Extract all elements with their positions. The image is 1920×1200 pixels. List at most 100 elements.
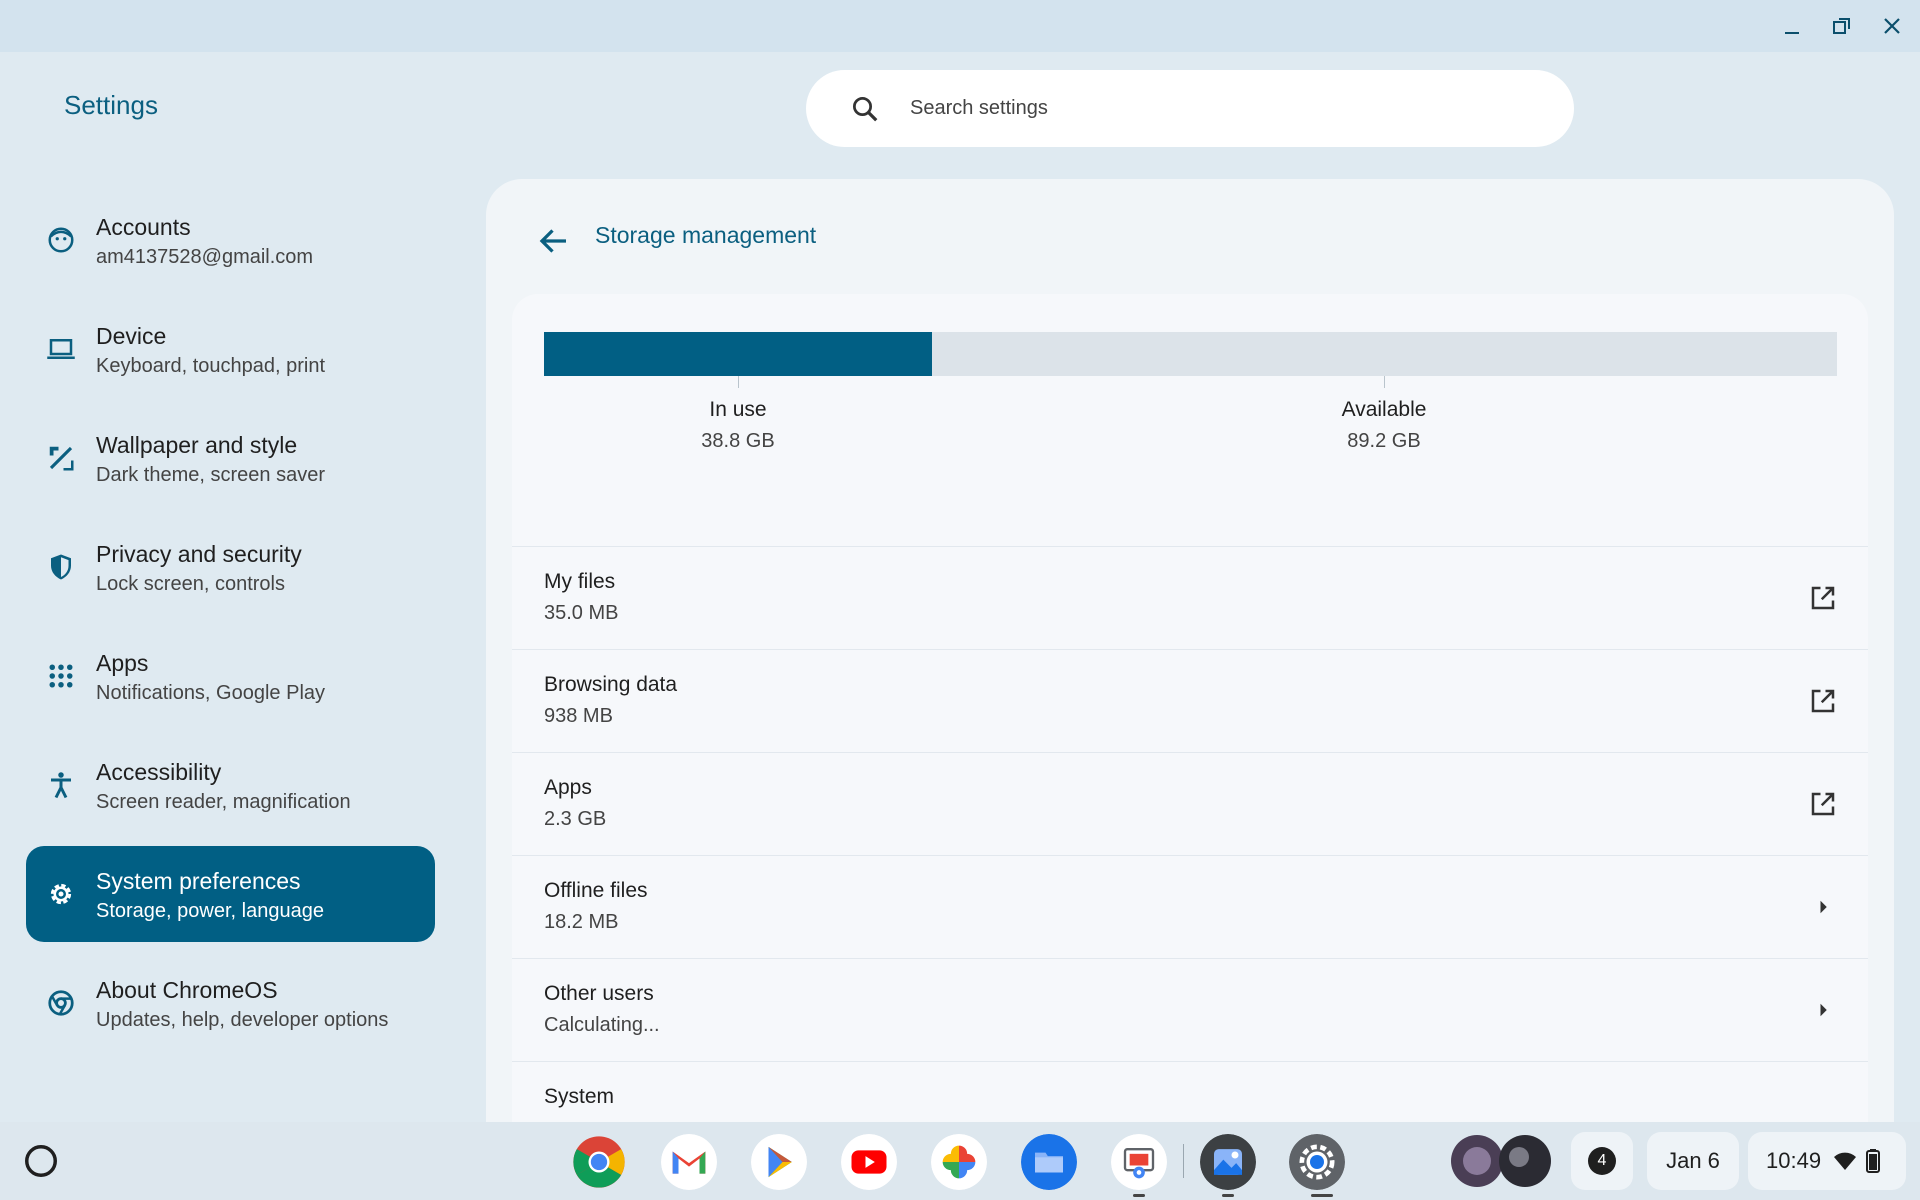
- chevron-right-icon: [1820, 1003, 1827, 1017]
- page-title: Storage management: [595, 222, 817, 248]
- date-tray[interactable]: Jan 6: [1647, 1132, 1739, 1190]
- palette-brush-icon: [49, 446, 74, 471]
- close-button[interactable]: [1874, 10, 1910, 42]
- gmail-icon[interactable]: [661, 1134, 717, 1190]
- storage-usage-bar: [544, 332, 1837, 376]
- notification-count-badge: 4: [1588, 1147, 1616, 1175]
- settings-icon[interactable]: [1289, 1134, 1345, 1190]
- wifi-icon: [1834, 1152, 1857, 1170]
- chrome-icon[interactable]: [571, 1134, 627, 1190]
- row-subtitle: 938 MB: [544, 705, 613, 727]
- sidebar-item-title: Apps: [96, 650, 149, 676]
- sidebar-item-title: Privacy and security: [96, 541, 302, 567]
- gallery-icon[interactable]: [1200, 1134, 1256, 1190]
- storage-row-apps[interactable]: Apps 2.3 GB: [512, 752, 1868, 856]
- files-icon[interactable]: [1021, 1134, 1077, 1190]
- available-tick: [1384, 376, 1385, 388]
- sidebar-item-title: About ChromeOS: [96, 977, 278, 1003]
- chevron-right-icon: [1820, 900, 1827, 914]
- sidebar-item-accounts[interactable]: Accounts am4137528@gmail.com: [26, 192, 435, 288]
- status-tray[interactable]: 10:49: [1748, 1132, 1906, 1190]
- sidebar-item-system-preferences[interactable]: System preferences Storage, power, langu…: [26, 846, 435, 942]
- app-title: Settings: [64, 90, 158, 120]
- shelf-divider: [1183, 1144, 1184, 1178]
- account-face-icon: [48, 227, 74, 253]
- sidebar-item-apps[interactable]: Apps Notifications, Google Play: [26, 628, 435, 724]
- sidebar-item-about-chromeos[interactable]: About ChromeOS Updates, help, developer …: [26, 955, 435, 1051]
- row-subtitle: Calculating...: [544, 1014, 660, 1036]
- open-in-new-icon[interactable]: [1808, 686, 1838, 716]
- clock-time: 10:49: [1766, 1148, 1822, 1173]
- running-indicator: [1222, 1194, 1234, 1197]
- open-in-new-icon[interactable]: [1808, 789, 1838, 819]
- sidebar-item-wallpaper[interactable]: Wallpaper and style Dark theme, screen s…: [26, 410, 435, 506]
- row-title: Apps: [544, 776, 592, 799]
- sidebar-item-subtitle: Keyboard, touchpad, print: [96, 355, 326, 377]
- photos-icon[interactable]: [931, 1134, 987, 1190]
- storage-row-other-users[interactable]: Other users Calculating...: [512, 958, 1868, 1062]
- search-input[interactable]: [908, 96, 1512, 121]
- row-title: My files: [544, 570, 616, 593]
- sidebar-item-title: Accounts: [96, 214, 191, 240]
- notification-tray[interactable]: 4: [1571, 1132, 1633, 1190]
- row-subtitle: 18.2 MB: [544, 911, 619, 933]
- sidebar-item-subtitle: Dark theme, screen saver: [96, 464, 325, 486]
- row-title: Other users: [544, 982, 654, 1005]
- row-subtitle: 2.3 GB: [544, 808, 607, 830]
- sidebar-item-title: Accessibility: [96, 759, 222, 785]
- open-in-new-icon[interactable]: [1808, 583, 1838, 613]
- sidebar-item-subtitle: Storage, power, language: [96, 900, 324, 922]
- storage-row-offline-files[interactable]: Offline files 18.2 MB: [512, 855, 1868, 959]
- title-bar: [0, 0, 1920, 52]
- minimize-button[interactable]: [1774, 10, 1810, 42]
- gear-icon: [50, 883, 72, 905]
- sidebar-item-subtitle: Lock screen, controls: [96, 573, 285, 595]
- chromeos-icon: [48, 990, 74, 1016]
- sidebar-item-title: Wallpaper and style: [96, 432, 298, 458]
- row-title: Browsing data: [544, 673, 678, 696]
- sidebar-item-accessibility[interactable]: Accessibility Screen reader, magnificati…: [26, 737, 435, 833]
- sidebar-item-subtitle: Screen reader, magnification: [96, 791, 351, 813]
- sidebar-item-subtitle: Updates, help, developer options: [96, 1009, 389, 1031]
- in-use-label: In use: [709, 398, 767, 421]
- close-icon: [1884, 18, 1900, 34]
- row-title: System: [544, 1085, 615, 1108]
- restore-icon: [1833, 18, 1850, 34]
- restore-button[interactable]: [1824, 10, 1860, 42]
- sidebar-item-privacy[interactable]: Privacy and security Lock screen, contro…: [26, 519, 435, 615]
- launcher-icon[interactable]: [22, 1142, 60, 1180]
- shelf: 4 Jan 6 10:49: [0, 1122, 1920, 1200]
- sidebar-item-title: Device: [96, 323, 167, 349]
- running-indicator: [1311, 1194, 1333, 1197]
- chrome-remote-icon[interactable]: [1111, 1134, 1167, 1190]
- main-panel: Storage management In use 38.8 GB Availa…: [486, 179, 1894, 1200]
- storage-row-browsing-data[interactable]: Browsing data 938 MB: [512, 649, 1868, 753]
- in-use-tick: [738, 376, 739, 388]
- in-use-value: 38.8 GB: [701, 430, 775, 452]
- available-label: Available: [1341, 398, 1427, 421]
- youtube-icon[interactable]: [841, 1134, 897, 1190]
- storage-row-my-files[interactable]: My files 35.0 MB: [512, 546, 1868, 650]
- sidebar-item-device[interactable]: Device Keyboard, touchpad, print: [26, 301, 435, 397]
- shield-icon: [51, 554, 71, 580]
- search-box[interactable]: [806, 70, 1574, 147]
- apps-grid-icon: [49, 664, 73, 688]
- sidebar-item-title: System preferences: [96, 868, 301, 894]
- storage-usage-fill: [544, 332, 932, 376]
- storage-card: In use 38.8 GB Available 89.2 GB My file…: [512, 294, 1868, 1200]
- laptop-icon: [47, 339, 75, 359]
- sidebar-item-subtitle: am4137528@gmail.com: [96, 246, 314, 268]
- minimize-icon: [1785, 32, 1799, 34]
- back-arrow-icon[interactable]: [536, 223, 572, 259]
- row-subtitle: 35.0 MB: [544, 602, 619, 624]
- available-value: 89.2 GB: [1347, 430, 1421, 452]
- holding-space-tray[interactable]: [1447, 1132, 1555, 1190]
- holding-space-thumbnails-icon: [1451, 1135, 1551, 1187]
- battery-icon: [1866, 1149, 1881, 1173]
- running-indicator: [1133, 1194, 1145, 1197]
- accessibility-icon: [51, 772, 71, 799]
- row-title: Offline files: [544, 879, 648, 902]
- play-store-icon[interactable]: [751, 1134, 807, 1190]
- sidebar-item-subtitle: Notifications, Google Play: [96, 682, 326, 704]
- search-icon: [853, 96, 878, 121]
